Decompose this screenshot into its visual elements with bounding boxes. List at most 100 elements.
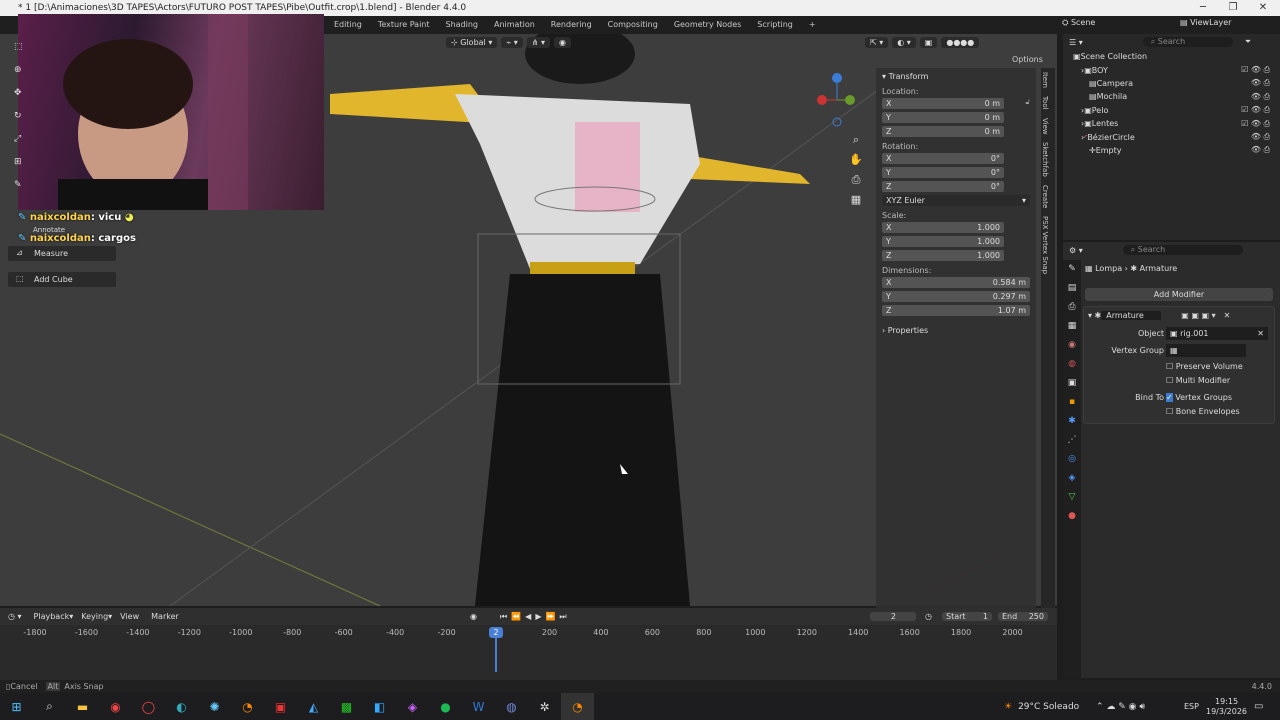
scene-collection-row[interactable]: ▣ Scene Collection (1063, 50, 1280, 63)
rotation-x-field[interactable]: X 0° (882, 153, 1004, 164)
add-cube-tool-button[interactable]: ⬚ Add Cube (8, 272, 116, 287)
rotation-z-field[interactable]: Z 0° (882, 181, 1004, 192)
spotify-icon[interactable]: ● (429, 693, 462, 720)
grid-icon[interactable]: ▦ (848, 190, 864, 210)
dimensions-y-field[interactable]: Y 0.297 m (882, 291, 1030, 302)
modifier-toggles[interactable]: ▣ ▣ ▣ ▾ (1181, 311, 1215, 320)
object-tab-icon[interactable]: ▪ (1063, 393, 1081, 412)
weather-widget[interactable]: ☀ 29°C Soleado (1004, 702, 1079, 712)
zoom-icon[interactable]: ⌕ (848, 130, 864, 150)
pycharm-icon[interactable]: ▩ (330, 693, 363, 720)
rotation-mode-dropdown[interactable]: XYZ Euler ▾ (882, 195, 1030, 206)
visibility-eye-icon[interactable]: 👁︎ ⎙ (1251, 92, 1270, 102)
end-frame-field[interactable]: End 250 (998, 612, 1048, 621)
add-workspace-icon[interactable]: + (801, 16, 824, 34)
collapse-chevron-icon[interactable]: ▾ ✱ (1088, 311, 1101, 320)
xray-toggle[interactable]: ▣ (919, 36, 938, 48)
scene-tab-icon[interactable]: ◉ (1063, 336, 1081, 355)
pivot-dropdown[interactable]: ⌁ ▾ (501, 36, 523, 48)
location-z-field[interactable]: Z0 m (882, 126, 1004, 137)
tab-create[interactable]: Create (1041, 181, 1049, 212)
preserve-volume-checkbox[interactable]: ☐ Preserve Volume (1166, 362, 1243, 371)
add-modifier-button[interactable]: Add Modifier (1085, 288, 1273, 301)
visibility-eye-icon[interactable]: ☑ 👁︎ ⎙ (1241, 65, 1270, 75)
transform-tool-icon[interactable]: ⊞ (14, 151, 28, 174)
view-menu[interactable]: View (120, 612, 139, 621)
chatgpt-icon[interactable]: ✲ (528, 693, 561, 720)
tab-geometry-nodes[interactable]: Geometry Nodes (666, 16, 749, 34)
blender-active-icon[interactable]: ◔ (561, 693, 594, 720)
notification-icon[interactable]: ▭ (1254, 701, 1263, 712)
tab-compositing[interactable]: Compositing (600, 16, 666, 34)
scale-tool-icon[interactable]: ⤢ (14, 128, 28, 151)
shading-modes[interactable]: ●●●● (941, 36, 980, 48)
dimensions-z-field[interactable]: Z 1.07 m (882, 305, 1030, 316)
maximize-button[interactable]: ❐ (1218, 0, 1248, 16)
scale-z-field[interactable]: Z 1.000 (882, 250, 1004, 261)
world-tab-icon[interactable]: ◍ (1063, 355, 1081, 374)
tray-icons[interactable]: ⌃ ☁ ✎ ◉ 🔊︎ (1096, 702, 1145, 712)
scene-selector[interactable]: ⛭ Scene (1062, 18, 1095, 28)
start-frame-field[interactable]: Start 1 (942, 612, 992, 621)
transform-header[interactable]: ▾ Transform (876, 68, 1036, 85)
render-tab-icon[interactable]: ▤ (1063, 279, 1081, 298)
outliner-editor-icon[interactable]: ☰ ▾ (1069, 38, 1083, 47)
dimensions-x-field[interactable]: X 0.584 m (882, 277, 1030, 288)
modifier-close-icon[interactable]: ✕ (1224, 311, 1231, 320)
snap-toggle[interactable]: ⋔ ▾ (526, 36, 550, 48)
outliner-item[interactable]: › ▣ Pelo ☑ 👁︎ ⎙ (1063, 104, 1280, 117)
proportional-toggle[interactable]: ◉ (553, 36, 571, 48)
tab-psx-vertex-snap[interactable]: PSX Vertex Snap (1041, 212, 1049, 278)
tab-view[interactable]: View (1041, 114, 1049, 139)
filter-icon[interactable]: ⏷ (1245, 37, 1251, 47)
language-indicator[interactable]: ESP (1184, 702, 1199, 711)
bone-envelopes-checkbox[interactable]: ☐ Bone Envelopes (1166, 407, 1240, 416)
data-tab-icon[interactable]: ▽ (1063, 488, 1081, 507)
outliner-item[interactable]: › ◜ BézierCircle 👁︎ ⎙ (1063, 130, 1280, 143)
options-dropdown[interactable]: Options (1012, 55, 1043, 64)
scale-y-field[interactable]: Y 1.000 (882, 236, 1004, 247)
discord-icon[interactable]: ◍ (495, 693, 528, 720)
visibility-eye-icon[interactable]: 👁︎ ⎙ (1251, 132, 1270, 142)
object-field[interactable]: ▣ rig.001 ✕ (1166, 327, 1268, 340)
view-layer-tab-icon[interactable]: ▦ (1063, 317, 1081, 336)
close-button[interactable]: ✕ (1248, 0, 1278, 16)
constraints-tab-icon[interactable]: ◈ (1063, 469, 1081, 488)
overlay-toggle[interactable]: ◐ ▾ (892, 36, 916, 48)
collection-tab-icon[interactable]: ▣ (1063, 374, 1081, 393)
modifier-name-field[interactable]: Armature (1101, 310, 1162, 320)
rotate-tool-icon[interactable]: ↻ (14, 105, 28, 128)
location-x-field[interactable]: X0 m (882, 98, 1004, 109)
multi-modifier-checkbox[interactable]: ☐ Multi Modifier (1166, 376, 1230, 385)
chrome-icon[interactable]: ◉ (99, 693, 132, 720)
minimize-button[interactable]: ─ (1188, 0, 1218, 16)
obs-icon[interactable]: ▣ (264, 693, 297, 720)
lock-icon[interactable]: 🔓︎ (1025, 98, 1030, 107)
properties-editor-icon[interactable]: ⚙ ▾ (1069, 246, 1083, 255)
stopwatch-icon[interactable]: ◷ (925, 612, 932, 621)
visibility-eye-icon[interactable]: 👁︎ ⎙ (1251, 145, 1270, 155)
photos-icon[interactable]: ◭ (297, 693, 330, 720)
tab-scripting[interactable]: Scripting (749, 16, 801, 34)
tab-animation[interactable]: Animation (486, 16, 543, 34)
vertex-groups-checkbox[interactable]: ✓ Vertex Groups (1166, 393, 1232, 402)
edge-icon[interactable]: ◐ (165, 693, 198, 720)
location-y-field[interactable]: Y0 m (882, 112, 1004, 123)
search-icon[interactable]: ⌕ (33, 693, 66, 720)
visibility-eye-icon[interactable]: 👁︎ ⎙ (1251, 78, 1270, 88)
tab-item[interactable]: Item (1041, 68, 1049, 92)
outliner-item[interactable]: › ▣ BOY ☑ 👁︎ ⎙ (1063, 63, 1280, 76)
tab-texture-paint[interactable]: Texture Paint (370, 16, 438, 34)
select-tool-icon[interactable]: ⬚ (14, 36, 28, 59)
word-icon[interactable]: W (462, 693, 495, 720)
orientation-dropdown[interactable]: ⊹ Global ▾ (446, 36, 498, 48)
output-tab-icon[interactable]: ⎙ (1063, 298, 1081, 317)
app2-icon[interactable]: ◈ (396, 693, 429, 720)
keying-menu[interactable]: Keying (81, 612, 108, 621)
tab-rendering[interactable]: Rendering (543, 16, 600, 34)
particles-tab-icon[interactable]: ⋰ (1063, 431, 1081, 450)
annotate-tool-icon[interactable]: ✎ (14, 174, 28, 197)
app-icon[interactable]: ✺ (198, 693, 231, 720)
gizmo-toggle[interactable]: ⇱ ▾ (864, 36, 889, 48)
visibility-eye-icon[interactable]: ☑ 👁︎ ⎙ (1241, 119, 1270, 129)
